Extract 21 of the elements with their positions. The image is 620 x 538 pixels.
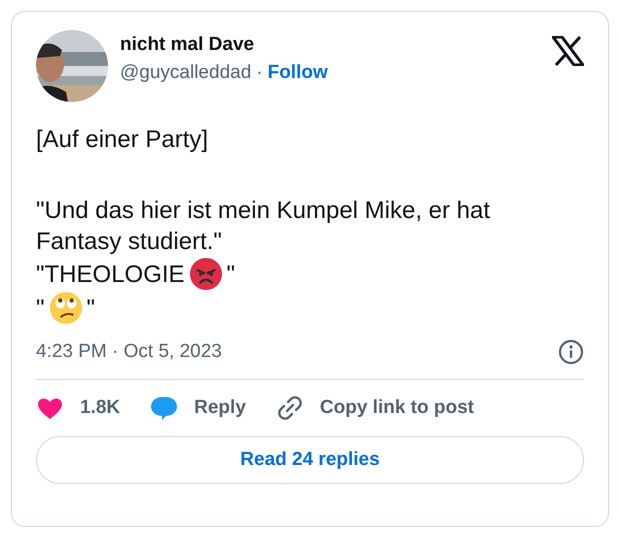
- angry-face-icon: [188, 257, 223, 291]
- x-logo-icon[interactable]: [552, 36, 584, 66]
- read-replies-button[interactable]: Read 24 replies: [36, 436, 584, 484]
- author-handle: @guycalleddad: [120, 62, 252, 84]
- timestamp[interactable]: 4:23 PM · Oct 5, 2023: [36, 341, 222, 363]
- post-text: ": [36, 294, 45, 324]
- reply-action[interactable]: Reply: [150, 394, 246, 422]
- post-text: ": [86, 294, 96, 324]
- eye-roll-face-icon: [48, 291, 83, 325]
- link-icon: [276, 394, 304, 422]
- post-text: [Auf einer Party]: [36, 125, 210, 155]
- post-text: "Und das hier ist mein Kumpel Mike, er hat Fantasy studiert.": [36, 196, 492, 257]
- post-text: "THEOLOGIE: [36, 260, 185, 290]
- follow-link[interactable]: Follow: [268, 62, 328, 84]
- info-icon[interactable]: [558, 339, 584, 365]
- like-action[interactable]: 1.8K: [36, 394, 120, 422]
- link-action[interactable]: Copy link to post: [276, 394, 474, 422]
- separator: ·: [256, 62, 263, 84]
- speech-bubble-icon: [150, 394, 178, 422]
- post-text: ": [226, 260, 236, 290]
- author-name: nicht mal Dave: [120, 34, 256, 56]
